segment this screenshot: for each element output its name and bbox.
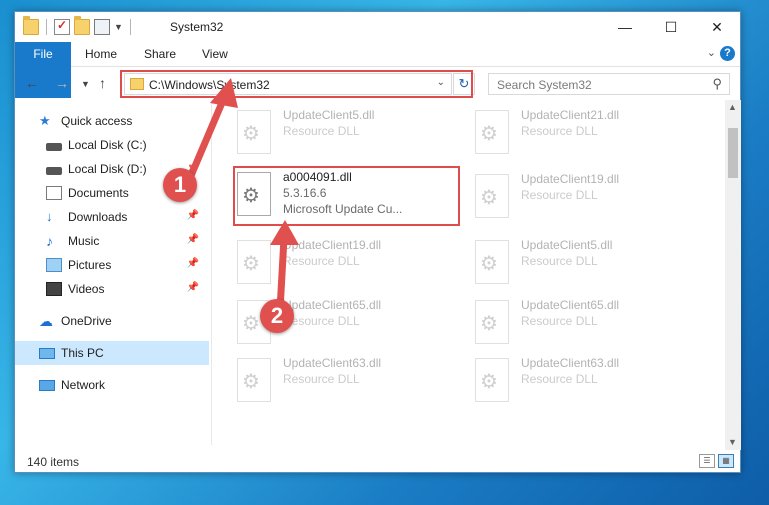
- arrow-to-dll-file: [270, 220, 299, 314]
- step-marker-1: 1: [163, 168, 197, 202]
- arrow-to-address-bar: [186, 78, 238, 182]
- step-marker-2: 2: [260, 299, 294, 333]
- annotation-arrows: [186, 78, 299, 314]
